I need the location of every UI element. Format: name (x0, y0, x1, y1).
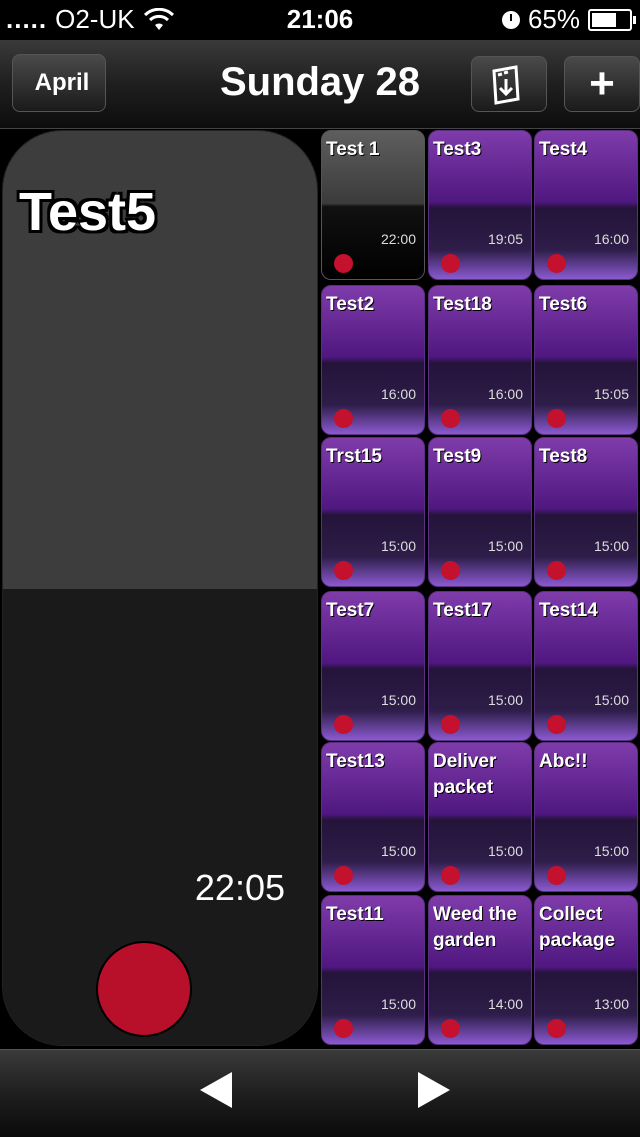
back-button-label: April (34, 69, 90, 96)
event-status-dot[interactable] (334, 1019, 353, 1038)
event-tile-title: Test2 (326, 294, 375, 315)
event-tile[interactable]: Test11 15:00 (321, 895, 425, 1045)
event-tile-title: Test18 (433, 294, 492, 315)
alarm-clock-icon (501, 10, 520, 29)
back-button[interactable]: April (12, 54, 106, 112)
event-status-dot[interactable] (441, 866, 460, 885)
event-tile-title: Abc!! (539, 751, 588, 772)
event-status-dot[interactable] (441, 254, 460, 273)
next-day-icon[interactable] (418, 1072, 450, 1108)
event-tile-time: 15:00 (487, 692, 523, 708)
event-status-dot[interactable] (334, 715, 353, 734)
event-tile[interactable]: Test18 16:00 (428, 285, 532, 435)
event-tile[interactable]: Weed the garden 14:00 (428, 895, 532, 1045)
status-bar: ..... O2-UK 21:06 65% (0, 0, 640, 40)
event-tile-time: 15:00 (593, 843, 629, 859)
event-tile-time: 19:05 (487, 231, 523, 247)
navigation-bar: April Sunday 28 + (0, 40, 640, 129)
selected-event-panel[interactable]: Test5 22:05 (2, 130, 318, 1046)
event-tile[interactable]: Test3 19:05 (428, 130, 532, 280)
event-tile[interactable]: Test9 15:00 (428, 437, 532, 587)
event-tile-title: Test3 (433, 139, 482, 160)
status-right: 65% (501, 4, 636, 35)
event-status-dot[interactable] (547, 409, 566, 428)
calendar-download-icon (492, 65, 520, 105)
event-tile[interactable]: Test4 16:00 (534, 130, 638, 280)
event-tile-time: 14:00 (487, 996, 523, 1012)
event-tile-time: 16:00 (593, 231, 629, 247)
event-tile-title: Collect package (539, 904, 616, 951)
event-status-dot[interactable] (441, 1019, 460, 1038)
event-tile-time: 15:00 (380, 538, 416, 554)
previous-day-icon[interactable] (200, 1072, 232, 1108)
event-tile-time: 15:00 (380, 692, 416, 708)
event-tile[interactable]: Test7 15:00 (321, 591, 425, 741)
event-tile-title: Test14 (539, 600, 598, 621)
event-tile-title: Test17 (433, 600, 492, 621)
event-tile-title: Test7 (326, 600, 375, 621)
bottom-toolbar (0, 1049, 640, 1137)
event-status-dot[interactable] (547, 561, 566, 580)
event-tile-title: Test4 (539, 139, 588, 160)
event-status-dot[interactable] (334, 409, 353, 428)
event-tile-time: 15:00 (380, 843, 416, 859)
event-tile-title: Test6 (539, 294, 588, 315)
event-tile-time: 16:00 (380, 386, 416, 402)
event-tile-time: 22:00 (380, 231, 416, 247)
plus-icon: + (589, 59, 615, 108)
battery-icon (588, 8, 636, 31)
event-tile-title: Test11 (326, 904, 384, 925)
event-tile-time: 15:00 (380, 996, 416, 1012)
event-tile-time: 15:00 (487, 843, 523, 859)
event-tile-time: 16:00 (487, 386, 523, 402)
event-status-dot[interactable] (547, 254, 566, 273)
event-tile-time: 15:00 (593, 538, 629, 554)
event-tile[interactable]: Test6 15:05 (534, 285, 638, 435)
event-tile[interactable]: Deliver packet 15:00 (428, 742, 532, 892)
event-tile-title: Weed the garden (433, 904, 518, 951)
event-status-dot[interactable] (441, 409, 460, 428)
event-tile[interactable]: Test17 15:00 (428, 591, 532, 741)
event-tile-time: 15:00 (593, 692, 629, 708)
event-status-dot[interactable] (547, 866, 566, 885)
event-tile-title: Deliver packet (433, 751, 497, 798)
selected-event-time: 22:05 (194, 867, 285, 908)
event-tile-title: Trst15 (326, 446, 382, 467)
add-event-button[interactable]: + (564, 56, 640, 112)
event-tile[interactable]: Test8 15:00 (534, 437, 638, 587)
calendar-import-button[interactable] (471, 56, 547, 112)
event-tile-title: Test8 (539, 446, 588, 467)
event-tile[interactable]: Test 1 22:00 (321, 130, 425, 280)
event-status-dot[interactable] (441, 715, 460, 734)
event-status-dot[interactable] (96, 941, 192, 1037)
event-status-dot[interactable] (547, 715, 566, 734)
event-tile[interactable]: Test2 16:00 (321, 285, 425, 435)
event-tile-time: 13:00 (593, 996, 629, 1012)
event-tile[interactable]: Abc!! 15:00 (534, 742, 638, 892)
event-tile[interactable]: Test14 15:00 (534, 591, 638, 741)
event-tile-time: 15:00 (487, 538, 523, 554)
event-status-dot[interactable] (547, 1019, 566, 1038)
event-tile[interactable]: Test13 15:00 (321, 742, 425, 892)
event-tile[interactable]: Trst15 15:00 (321, 437, 425, 587)
event-status-dot[interactable] (441, 561, 460, 580)
event-tile-title: Test9 (433, 446, 482, 467)
selected-event-title: Test5 (19, 182, 157, 242)
event-status-dot[interactable] (334, 561, 353, 580)
event-tile[interactable]: Collect package 13:00 (534, 895, 638, 1045)
event-status-dot[interactable] (334, 254, 353, 273)
event-tile-title: Test13 (326, 751, 385, 772)
event-tile-time: 15:05 (593, 386, 629, 402)
page-title: Sunday 28 (219, 60, 421, 104)
battery-percent: 65% (527, 4, 580, 34)
event-status-dot[interactable] (334, 866, 353, 885)
event-tile-title: Test 1 (326, 139, 380, 160)
